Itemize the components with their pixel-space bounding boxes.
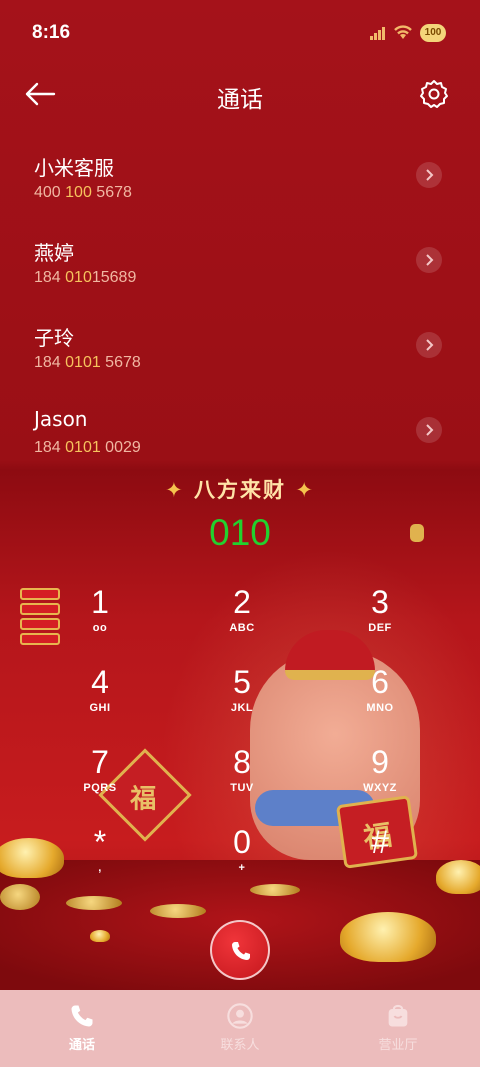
- nav-tab-calls[interactable]: 通话: [2, 990, 162, 1067]
- status-time: 8:16: [32, 22, 71, 43]
- key-digit: 8: [233, 744, 251, 780]
- sparkle-icon: ✦: [295, 478, 315, 502]
- nav-label: 联系人: [220, 1038, 260, 1053]
- nav-tab-service-hall[interactable]: 营业厅: [318, 990, 478, 1067]
- key-0[interactable]: 0 +: [182, 824, 302, 894]
- gold-ingot-decoration: [340, 912, 436, 962]
- key-letters: ᴏᴏ: [92, 622, 108, 634]
- call-button[interactable]: [210, 920, 270, 980]
- contact-number: 184 0101 5678: [34, 354, 141, 371]
- key-4[interactable]: 4 GHI: [40, 664, 160, 734]
- key-hash[interactable]: #: [320, 824, 440, 894]
- bottom-nav: 通话 联系人 营业厅: [0, 990, 480, 1067]
- page-title: 通话: [217, 87, 263, 113]
- theme-banner: ✦ 八方来财 ✦: [0, 474, 480, 504]
- key-digit: 1: [91, 584, 109, 620]
- coin-decoration: [150, 904, 206, 918]
- sparkle-icon: ✦: [165, 478, 185, 502]
- coin-decoration: [0, 884, 40, 910]
- bag-icon: [388, 1004, 408, 1027]
- nav-label: 营业厅: [378, 1038, 418, 1053]
- contact-number: 400 100 5678: [34, 184, 132, 201]
- key-letters: JKL: [230, 702, 254, 714]
- key-5[interactable]: 5 JKL: [182, 664, 302, 734]
- battery-icon: 100: [420, 24, 446, 42]
- key-letters: ,: [98, 862, 102, 874]
- contact-name: 小米客服: [34, 156, 114, 180]
- chevron-right-icon[interactable]: [416, 247, 442, 273]
- gear-icon[interactable]: [418, 78, 450, 110]
- key-letters: TUV: [230, 782, 254, 794]
- nav-tab-contacts[interactable]: 联系人: [160, 990, 320, 1067]
- dialed-number: 010: [209, 512, 271, 553]
- gold-ingot-decoration: [90, 930, 110, 942]
- key-8[interactable]: 8 TUV: [182, 744, 302, 814]
- person-icon: [227, 1003, 253, 1029]
- phone-icon: [232, 942, 250, 960]
- key-9[interactable]: 9 WXYZ: [320, 744, 440, 814]
- chevron-right-icon[interactable]: [416, 417, 442, 443]
- key-digit: 0: [233, 824, 251, 860]
- chevron-right-icon[interactable]: [416, 162, 442, 188]
- key-7[interactable]: 7 PQRS: [40, 744, 160, 814]
- contact-number: 184 01015689: [34, 269, 137, 286]
- contact-row[interactable]: 小米客服 400 100 5678: [0, 148, 480, 232]
- key-star[interactable]: *,: [40, 824, 160, 894]
- key-letters: +: [238, 862, 246, 874]
- key-digit: 3: [371, 584, 389, 620]
- key-digit: 2: [233, 584, 251, 620]
- coin-decoration: [66, 896, 122, 910]
- key-letters: GHI: [89, 702, 111, 714]
- contact-row[interactable]: 子玲 184 0101 5678: [0, 318, 480, 402]
- contact-row[interactable]: 燕婷 184 01015689: [0, 233, 480, 317]
- key-digit: *: [93, 824, 107, 860]
- contact-name: 燕婷: [34, 241, 74, 265]
- key-6[interactable]: 6 MNO: [320, 664, 440, 734]
- wifi-icon: [394, 25, 412, 39]
- key-2[interactable]: 2 ABC: [182, 584, 302, 654]
- banner-text: 八方来财: [194, 478, 286, 502]
- contact-name: Jason: [34, 407, 88, 431]
- key-digit: 9: [371, 744, 389, 780]
- signal-icon: [370, 26, 388, 40]
- key-letters: DEF: [368, 622, 392, 634]
- key-letters: PQRS: [83, 782, 117, 794]
- key-digit: 6: [371, 664, 389, 700]
- key-digit: 4: [91, 664, 109, 700]
- key-letters: MNO: [366, 702, 394, 714]
- status-bar: 8:16 100: [0, 0, 480, 64]
- chevron-right-icon[interactable]: [416, 332, 442, 358]
- key-letters: ABC: [229, 622, 255, 634]
- key-letters: WXYZ: [363, 782, 397, 794]
- key-3[interactable]: 3 DEF: [320, 584, 440, 654]
- key-digit: 7: [91, 744, 109, 780]
- key-1[interactable]: 1 ᴏᴏ: [40, 584, 160, 654]
- key-digit: #: [371, 824, 389, 860]
- contact-name: 子玲: [34, 326, 74, 350]
- nav-label: 通话: [68, 1038, 95, 1053]
- phone-icon: [71, 1005, 93, 1027]
- contact-number: 184 0101 0029: [34, 439, 141, 456]
- header: 通话: [0, 68, 480, 122]
- gold-ingot-decoration: [436, 860, 480, 894]
- key-digit: 5: [233, 664, 251, 700]
